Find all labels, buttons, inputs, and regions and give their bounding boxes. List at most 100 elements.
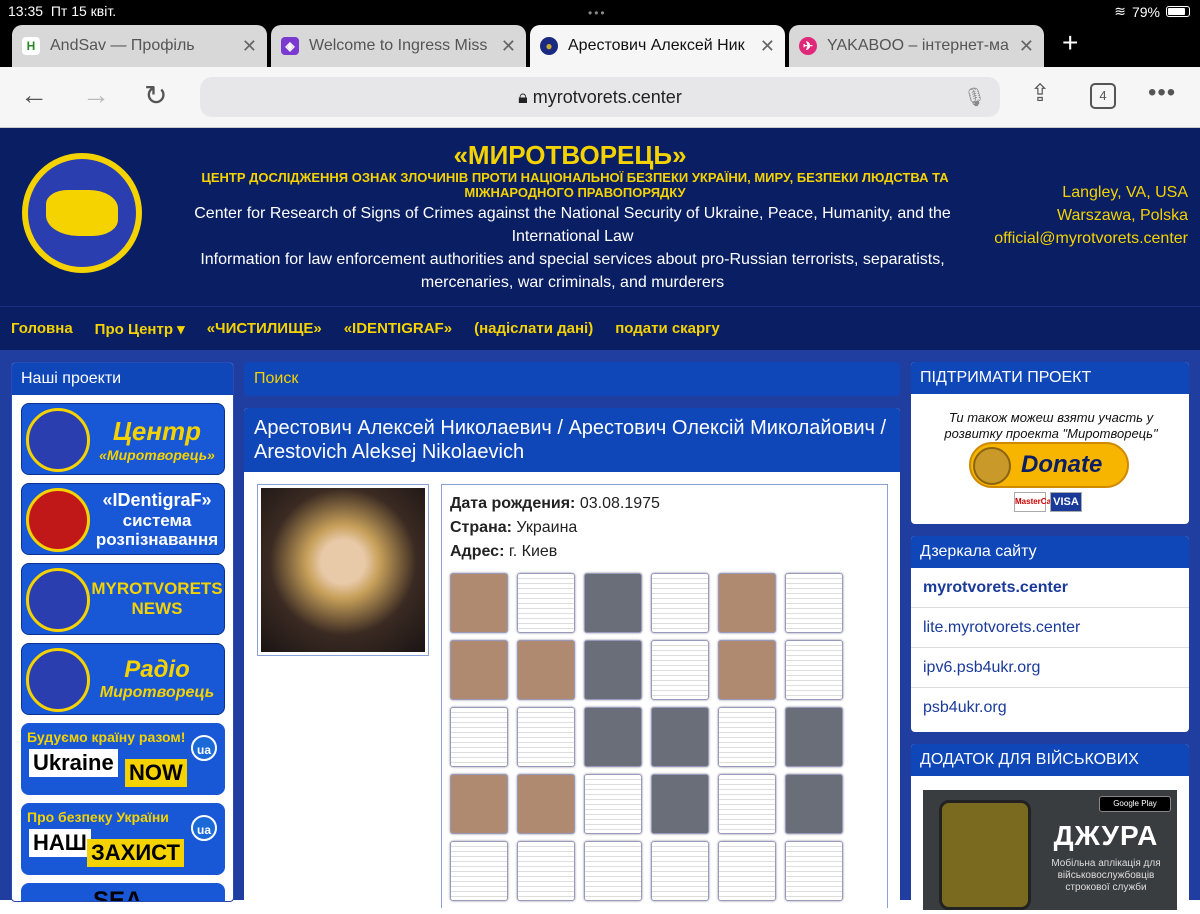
battery-level: 79% bbox=[1131, 3, 1160, 20]
gallery-thumbnail[interactable] bbox=[450, 573, 508, 633]
gallery-thumbnail[interactable] bbox=[584, 640, 642, 700]
search-link[interactable]: Поиск bbox=[244, 362, 900, 396]
dob-row: Дата рождения: 03.08.1975 bbox=[450, 495, 660, 512]
mirror-link[interactable]: psb4ukr.org bbox=[911, 688, 1189, 728]
address-bar[interactable]: 🔒︎ myrotvorets.center 🎙︎ bbox=[200, 77, 1000, 117]
gallery-thumbnail[interactable] bbox=[651, 573, 709, 633]
close-tab-icon[interactable]: ✕ bbox=[242, 36, 257, 57]
wifi-icon: ≋ bbox=[1114, 3, 1126, 19]
google-play-badge[interactable]: Google Play bbox=[1099, 796, 1171, 812]
battery-icon bbox=[1166, 6, 1190, 17]
site-info-desc: Information for law enforcement authorit… bbox=[200, 251, 945, 291]
gallery-thumbnail[interactable] bbox=[517, 640, 575, 700]
gallery-thumbnail[interactable] bbox=[584, 841, 642, 901]
gallery-thumbnail[interactable] bbox=[517, 841, 575, 901]
gallery-thumbnail[interactable] bbox=[450, 774, 508, 834]
gallery-thumbnail[interactable] bbox=[785, 707, 843, 767]
gallery-thumbnail[interactable] bbox=[584, 774, 642, 834]
status-time: 13:35 Пт 15 квіт. bbox=[8, 3, 117, 19]
support-title: ПІДТРИМАТИ ПРОЕКТ bbox=[911, 362, 1189, 394]
gallery-thumbnail[interactable] bbox=[718, 707, 776, 767]
tab-count-button[interactable]: 4 bbox=[1090, 83, 1116, 109]
mirror-link[interactable]: ipv6.psb4ukr.org bbox=[911, 648, 1189, 688]
mirror-link[interactable]: lite.myrotvorets.center bbox=[911, 608, 1189, 648]
ukraine-now-banner[interactable]: Будуємо країну разом! Ukraine NOW ua bbox=[21, 723, 225, 795]
project-news[interactable]: MYROTVORETS NEWS bbox=[21, 563, 225, 635]
gallery-thumbnail[interactable] bbox=[651, 841, 709, 901]
gallery-thumbnail[interactable] bbox=[450, 640, 508, 700]
ua-badge-icon: ua bbox=[191, 815, 217, 841]
more-icon[interactable]: ••• bbox=[1148, 79, 1176, 107]
menu-identigraf[interactable]: «IDENTIGRAF» bbox=[344, 320, 452, 337]
myrotvorets-favicon-icon: ● bbox=[540, 37, 558, 55]
gallery-thumbnail[interactable] bbox=[584, 573, 642, 633]
site-header: «МИРОТВОРЕЦЬ» ЦЕНТР ДОСЛІДЖЕННЯ ОЗНАК ЗЛ… bbox=[0, 128, 1200, 306]
military-app-title: ДОДАТОК ДЛЯ ВІЙСЬКОВИХ bbox=[911, 744, 1189, 776]
forward-arrow-icon[interactable]: → bbox=[82, 79, 110, 111]
tab-yakaboo[interactable]: ✈ YAKABOO – інтернет-ма ✕ bbox=[789, 25, 1044, 67]
gallery-thumbnail[interactable] bbox=[718, 841, 776, 901]
site-english-desc: Center for Research of Signs of Crimes a… bbox=[194, 205, 951, 245]
tab-ingress[interactable]: ◈ Welcome to Ingress Miss ✕ bbox=[271, 25, 526, 67]
close-tab-icon[interactable]: ✕ bbox=[501, 36, 516, 57]
gallery-thumbnail[interactable] bbox=[785, 841, 843, 901]
address-row: Адрес: г. Киев bbox=[450, 543, 558, 560]
tab-myrotvorets[interactable]: ● Арестович Алексей Ник ✕ bbox=[530, 25, 785, 67]
menu-purgatory[interactable]: «ЧИСТИЛИЩЕ» bbox=[207, 320, 322, 337]
share-icon[interactable]: ⇪ bbox=[1030, 79, 1050, 108]
ukraine-map-icon bbox=[46, 190, 118, 236]
tab-andsav[interactable]: H AndSav — Профіль ✕ bbox=[12, 25, 267, 67]
contact-email[interactable]: official@myrotvorets.center bbox=[988, 227, 1188, 250]
nash-zakhyst-banner[interactable]: Про безпеку України НАШ ЗАХИСТ ua bbox=[21, 803, 225, 875]
microphone-icon[interactable]: 🎙︎ bbox=[963, 77, 986, 117]
main-column: Поиск Арестович Алексей Николаевич / Аре… bbox=[244, 362, 900, 908]
site-contacts: Langley, VA, USA Warszawa, Polska official… bbox=[988, 181, 1188, 250]
gallery-thumbnail[interactable] bbox=[651, 707, 709, 767]
gallery-thumbnail[interactable] bbox=[785, 640, 843, 700]
gallery-thumbnail[interactable] bbox=[651, 774, 709, 834]
menu-home[interactable]: Головна bbox=[11, 320, 73, 337]
menu-send-data[interactable]: (надіслати дані) bbox=[474, 320, 593, 337]
phone-image bbox=[939, 800, 1031, 910]
country-row: Страна: Украина bbox=[450, 519, 578, 536]
site-title: «МИРОТВОРЕЦЬ» bbox=[453, 140, 687, 170]
myrotvorets-logo[interactable] bbox=[22, 153, 142, 273]
radio-logo-icon bbox=[26, 648, 90, 712]
gallery-thumbnail[interactable] bbox=[785, 774, 843, 834]
reload-icon[interactable]: ↻ bbox=[144, 79, 167, 112]
menu-about[interactable]: Про Центр ▾ bbox=[95, 320, 185, 338]
project-sea[interactable]: SEA bbox=[21, 883, 225, 901]
profile-info: Дата рождения: 03.08.1975 Страна: Украин… bbox=[441, 484, 888, 908]
close-tab-icon[interactable]: ✕ bbox=[760, 36, 775, 57]
gallery-thumbnail[interactable] bbox=[718, 640, 776, 700]
site-subtitle: ЦЕНТР ДОСЛІДЖЕННЯ ОЗНАК ЗЛОЧИНІВ ПРОТИ Н… bbox=[201, 170, 949, 200]
project-identigraf[interactable]: «IDentigraF» система розпізнавання bbox=[21, 483, 225, 555]
gallery-thumbnail[interactable] bbox=[785, 573, 843, 633]
military-app-panel: ДОДАТОК ДЛЯ ВІЙСЬКОВИХ Google Play ДЖУРА… bbox=[911, 744, 1189, 914]
dzhura-banner[interactable]: Google Play ДЖУРА Мобільна аплікація для… bbox=[923, 790, 1177, 910]
gallery-thumbnail[interactable] bbox=[584, 707, 642, 767]
visa-icon: VISA bbox=[1050, 492, 1082, 512]
status-bar: 13:35 Пт 15 квіт. ••• ≋ 79% bbox=[0, 0, 1200, 22]
mastercard-icon: MasterCard bbox=[1014, 492, 1059, 512]
gallery-thumbnail[interactable] bbox=[651, 640, 709, 700]
gallery-thumbnail[interactable] bbox=[517, 707, 575, 767]
mirrors-title: Дзеркала сайту bbox=[911, 536, 1189, 568]
profile-photo[interactable] bbox=[257, 484, 429, 656]
projects-panel: Наші проекти Центр «Миротворець» «IDentig… bbox=[11, 362, 234, 902]
project-center[interactable]: Центр «Миротворець» bbox=[21, 403, 225, 475]
new-tab-icon[interactable]: + bbox=[1062, 27, 1078, 67]
gallery-thumbnail[interactable] bbox=[517, 774, 575, 834]
gallery-thumbnail[interactable] bbox=[450, 707, 508, 767]
back-arrow-icon[interactable]: ← bbox=[20, 79, 48, 111]
gallery-thumbnail[interactable] bbox=[450, 841, 508, 901]
multitask-dots[interactable]: ••• bbox=[588, 6, 607, 20]
close-tab-icon[interactable]: ✕ bbox=[1019, 36, 1034, 57]
project-logo-icon bbox=[26, 408, 90, 472]
gallery-thumbnail[interactable] bbox=[517, 573, 575, 633]
project-radio[interactable]: Радіо Миротворець bbox=[21, 643, 225, 715]
mirror-link[interactable]: myrotvorets.center bbox=[911, 568, 1189, 608]
gallery-thumbnail[interactable] bbox=[718, 573, 776, 633]
gallery-thumbnail[interactable] bbox=[718, 774, 776, 834]
menu-complaint[interactable]: подати скаргу bbox=[615, 320, 720, 337]
